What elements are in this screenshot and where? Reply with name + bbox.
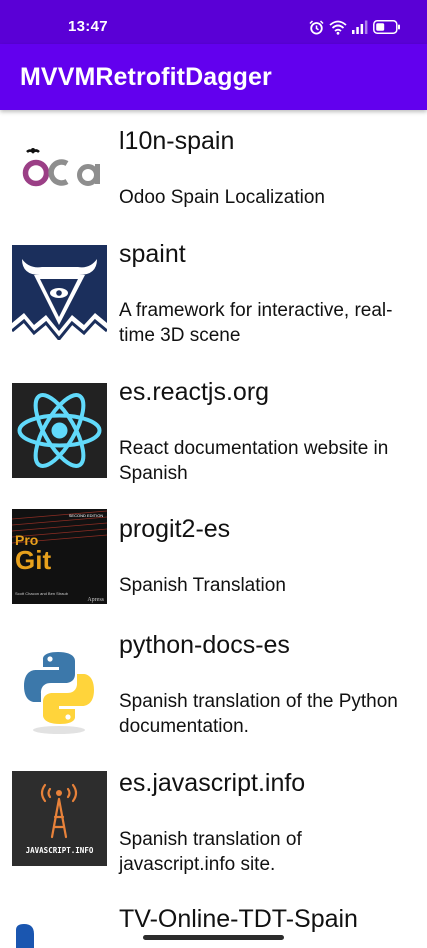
battery-icon bbox=[373, 20, 400, 34]
status-icons bbox=[309, 18, 401, 36]
repo-name: es.reactjs.org bbox=[119, 378, 270, 406]
repo-name: spaint bbox=[119, 240, 186, 268]
javascript-info-logo: JAVASCRIPT.INFO bbox=[12, 771, 107, 866]
progit-publisher: Apress bbox=[87, 597, 104, 603]
list-item[interactable]: TV-Online-TDT-Spain bbox=[0, 897, 427, 948]
list-item[interactable]: l10n-spain Odoo Spain Localization bbox=[0, 110, 427, 230]
progit-git-text: Git bbox=[15, 545, 51, 575]
app-title: MVVMRetrofitDagger bbox=[20, 63, 272, 91]
list-item[interactable]: es.reactjs.org React documentation websi… bbox=[0, 368, 427, 506]
repo-name: TV-Online-TDT-Spain bbox=[119, 905, 358, 933]
oca-logo bbox=[12, 117, 107, 212]
repo-description: Spanish translation of javascript.info s… bbox=[119, 829, 302, 875]
status-time: 13:47 bbox=[68, 18, 108, 35]
repo-name: progit2-es bbox=[119, 515, 231, 543]
repo-name: l10n-spain bbox=[119, 127, 235, 155]
list-item[interactable]: JAVASCRIPT.INFO es.javascript.info Spani… bbox=[0, 759, 427, 897]
repo-description: Spanish Translation bbox=[119, 575, 286, 596]
jsinfo-logo-text: JAVASCRIPT.INFO bbox=[26, 846, 94, 855]
alarm-icon bbox=[309, 19, 324, 35]
list-item[interactable]: python-docs-es Spanish translation of th… bbox=[0, 621, 427, 759]
progit-authors: Scott Chacon and Ben Straub bbox=[15, 591, 69, 596]
list-item[interactable]: SECOND EDITION Pro Git Scott Chacon and … bbox=[0, 506, 427, 621]
list-item[interactable]: spaint A framework for interactive, real… bbox=[0, 230, 427, 368]
tv-online-logo bbox=[12, 920, 107, 948]
progit-edition: SECOND EDITION bbox=[69, 513, 104, 518]
status-bar: 13:47 bbox=[0, 0, 427, 44]
repo-description: React documentation website in Spanish bbox=[119, 438, 389, 484]
spaint-logo bbox=[12, 245, 107, 340]
repo-description: A framework for interactive, real-time 3… bbox=[119, 300, 393, 346]
python-logo bbox=[12, 644, 107, 739]
repo-name: es.javascript.info bbox=[119, 769, 306, 797]
wifi-icon bbox=[329, 20, 347, 35]
repo-description: Odoo Spain Localization bbox=[119, 187, 325, 208]
app-bar: MVVMRetrofitDagger bbox=[0, 44, 427, 110]
repo-name: python-docs-es bbox=[119, 631, 290, 659]
gesture-nav-handle[interactable] bbox=[143, 935, 284, 940]
pro-git-book-cover: SECOND EDITION Pro Git Scott Chacon and … bbox=[12, 509, 107, 604]
cellular-signal-icon bbox=[352, 20, 368, 34]
react-logo bbox=[12, 383, 107, 478]
repo-description: Spanish translation of the Python docume… bbox=[119, 691, 398, 737]
